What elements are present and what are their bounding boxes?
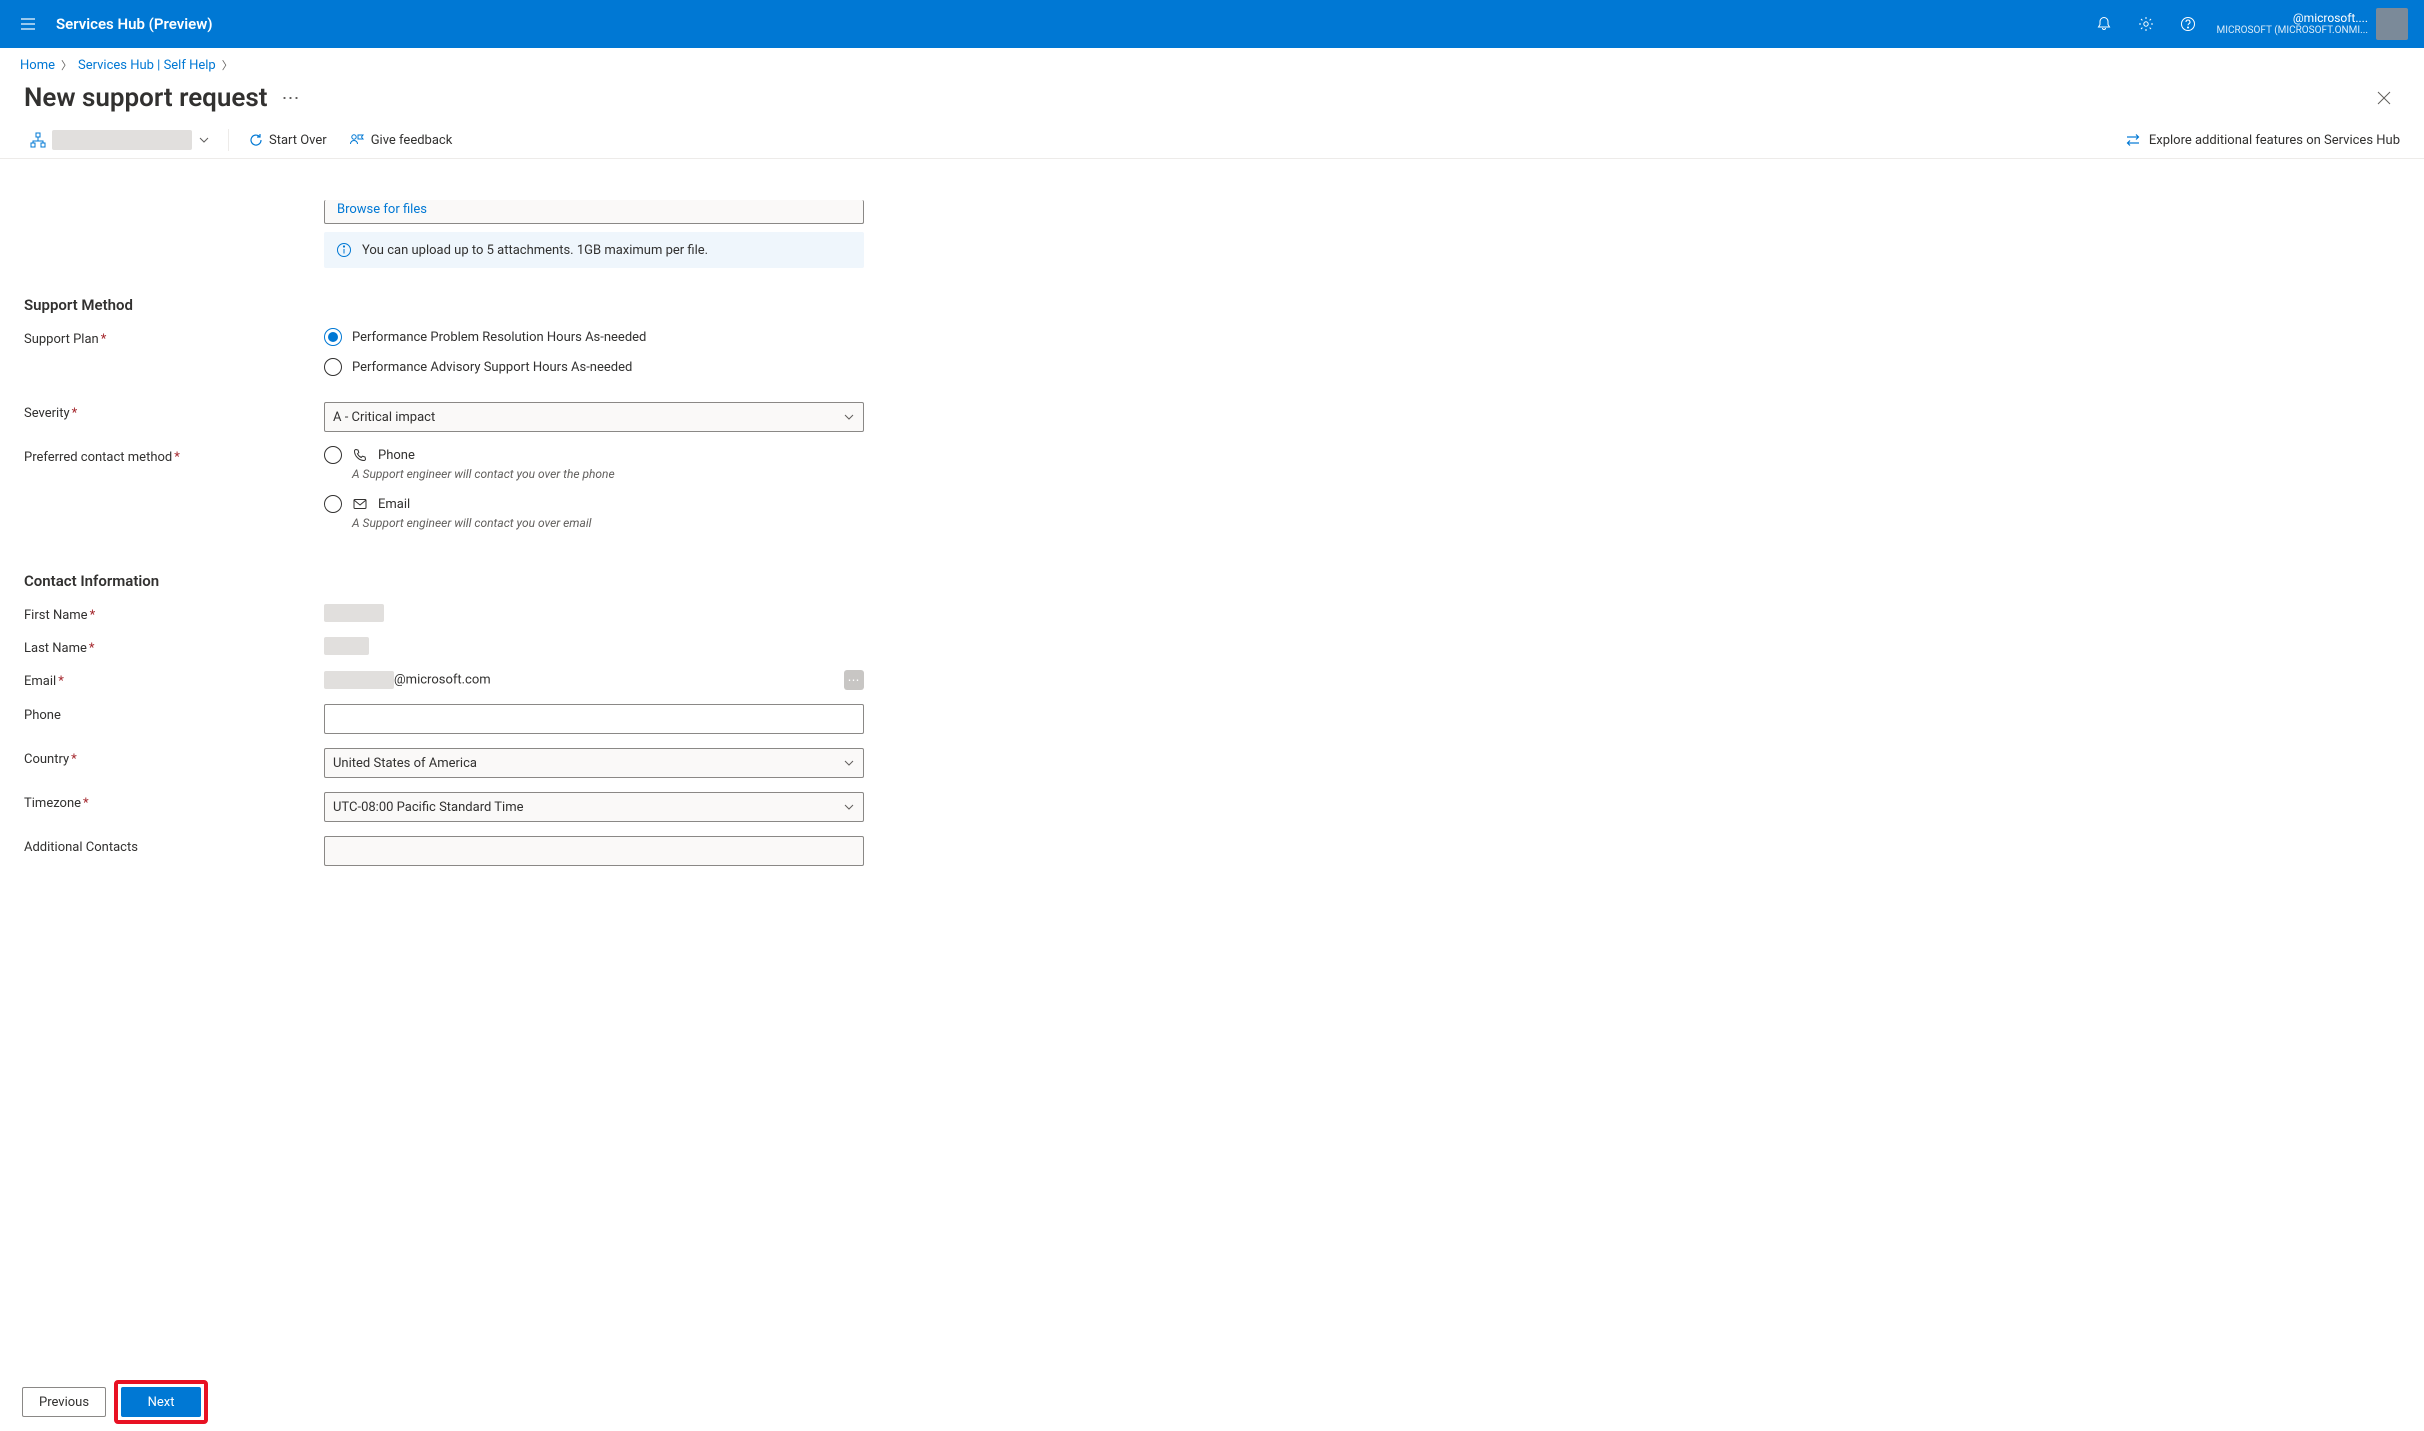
severity-select[interactable]: A - Critical impact [324, 402, 864, 432]
feedback-icon [349, 133, 365, 147]
app-title: Services Hub (Preview) [56, 15, 213, 33]
support-plan-option-2[interactable]: Performance Advisory Support Hours As-ne… [324, 358, 864, 376]
chevron-right-icon: 〉 [61, 57, 72, 73]
bell-icon [2096, 16, 2112, 32]
email-local-redacted [324, 671, 394, 689]
next-button[interactable]: Next [121, 1387, 201, 1417]
close-icon [2377, 91, 2391, 105]
hamburger-icon [20, 16, 36, 32]
chevron-down-icon [843, 757, 855, 769]
next-button-highlight: Next [114, 1380, 208, 1424]
more-actions-button[interactable]: ⋯ [277, 84, 304, 113]
last-name-value-redacted [324, 637, 369, 655]
contact-method-email[interactable]: Email [324, 495, 864, 513]
next-label: Next [148, 1395, 175, 1410]
attachment-info-text: You can upload up to 5 attachments. 1GB … [362, 243, 708, 258]
account-tenant: MICROSOFT (MICROSOFT.ONMI... [2217, 25, 2368, 37]
label-timezone: Timezone* [24, 792, 324, 811]
notifications-button[interactable] [2083, 0, 2125, 48]
label-phone: Phone [24, 704, 324, 723]
country-select[interactable]: United States of America [324, 748, 864, 778]
support-plan-option-1[interactable]: Performance Problem Resolution Hours As-… [324, 328, 864, 346]
footer: Previous Next [0, 1373, 2424, 1431]
give-feedback-button[interactable]: Give feedback [341, 129, 461, 152]
label-first-name: First Name* [24, 604, 324, 623]
label-preferred-contact: Preferred contact method* [24, 446, 324, 465]
label-additional-contacts: Additional Contacts [24, 836, 324, 855]
start-over-button[interactable]: Start Over [241, 129, 335, 152]
gear-icon [2138, 16, 2154, 32]
email-icon [352, 498, 368, 510]
browse-files-label: Browse for files [337, 202, 427, 217]
explore-features-label: Explore additional features on Services … [2149, 133, 2400, 148]
close-button[interactable] [2368, 82, 2400, 114]
additional-contacts-input[interactable] [324, 836, 864, 866]
label-support-plan: Support Plan* [24, 328, 324, 347]
chevron-right-icon: 〉 [222, 57, 233, 73]
contact-method-phone-desc: A Support engineer will contact you over… [352, 467, 864, 481]
refresh-icon [249, 133, 263, 147]
radio-unchecked-icon [324, 495, 342, 513]
timezone-value: UTC-08:00 Pacific Standard Time [333, 800, 524, 815]
timezone-select[interactable]: UTC-08:00 Pacific Standard Time [324, 792, 864, 822]
chevron-down-icon [843, 801, 855, 813]
previous-label: Previous [39, 1395, 89, 1410]
page-title: New support request [24, 83, 267, 113]
radio-unchecked-icon [324, 358, 342, 376]
section-support-method: Support Method [24, 296, 904, 314]
title-row: New support request ⋯ [0, 82, 2424, 122]
country-value: United States of America [333, 756, 477, 771]
attachment-info: You can upload up to 5 attachments. 1GB … [324, 232, 864, 268]
sitemap-icon [30, 132, 46, 148]
hamburger-menu-button[interactable] [12, 8, 44, 40]
give-feedback-label: Give feedback [371, 133, 453, 148]
scope-value-redacted [52, 130, 192, 150]
account-avatar [2376, 8, 2408, 40]
support-plan-option-1-label: Performance Problem Resolution Hours As-… [352, 330, 646, 345]
radio-unchecked-icon [324, 446, 342, 464]
chevron-down-icon [843, 411, 855, 423]
label-last-name: Last Name* [24, 637, 324, 656]
swap-icon [2125, 133, 2141, 147]
help-icon [2180, 16, 2196, 32]
browse-files-button[interactable]: Browse for files [324, 200, 864, 224]
label-severity: Severity* [24, 402, 324, 421]
radio-checked-icon [324, 328, 342, 346]
contact-method-phone[interactable]: Phone [324, 446, 864, 464]
support-plan-option-2-label: Performance Advisory Support Hours As-ne… [352, 360, 632, 375]
section-contact-info: Contact Information [24, 572, 904, 590]
start-over-label: Start Over [269, 133, 327, 148]
breadcrumb: Home 〉 Services Hub | Self Help 〉 [0, 48, 2424, 82]
chevron-down-icon [198, 134, 210, 146]
account-menu[interactable]: @microsoft.... MICROSOFT (MICROSOFT.ONMI… [2209, 0, 2416, 48]
label-country: Country* [24, 748, 324, 767]
email-more-button[interactable]: ⋯ [844, 670, 864, 690]
contact-method-phone-label: Phone [378, 448, 415, 463]
scope-selector[interactable] [24, 128, 216, 152]
severity-value: A - Critical impact [333, 410, 435, 425]
account-email: @microsoft.... [2217, 11, 2368, 25]
explore-features-link[interactable]: Explore additional features on Services … [2125, 133, 2400, 148]
email-value: @microsoft.com [324, 671, 491, 689]
command-bar: Start Over Give feedback Explore additio… [0, 122, 2424, 159]
contact-method-email-desc: A Support engineer will contact you over… [352, 516, 864, 530]
breadcrumb-home[interactable]: Home [20, 58, 55, 73]
phone-icon [352, 448, 368, 462]
breadcrumb-self-help[interactable]: Services Hub | Self Help [78, 58, 216, 73]
help-button[interactable] [2167, 0, 2209, 48]
label-email: Email* [24, 670, 324, 689]
phone-input[interactable] [324, 704, 864, 734]
first-name-value-redacted [324, 604, 384, 622]
previous-button[interactable]: Previous [22, 1387, 106, 1417]
info-icon [336, 242, 352, 258]
topbar: Services Hub (Preview) @microsoft.... MI… [0, 0, 2424, 48]
settings-button[interactable] [2125, 0, 2167, 48]
form-scroll-area[interactable]: Browse for files You can upload up to 5 … [0, 200, 2424, 1371]
contact-method-email-label: Email [378, 497, 410, 512]
